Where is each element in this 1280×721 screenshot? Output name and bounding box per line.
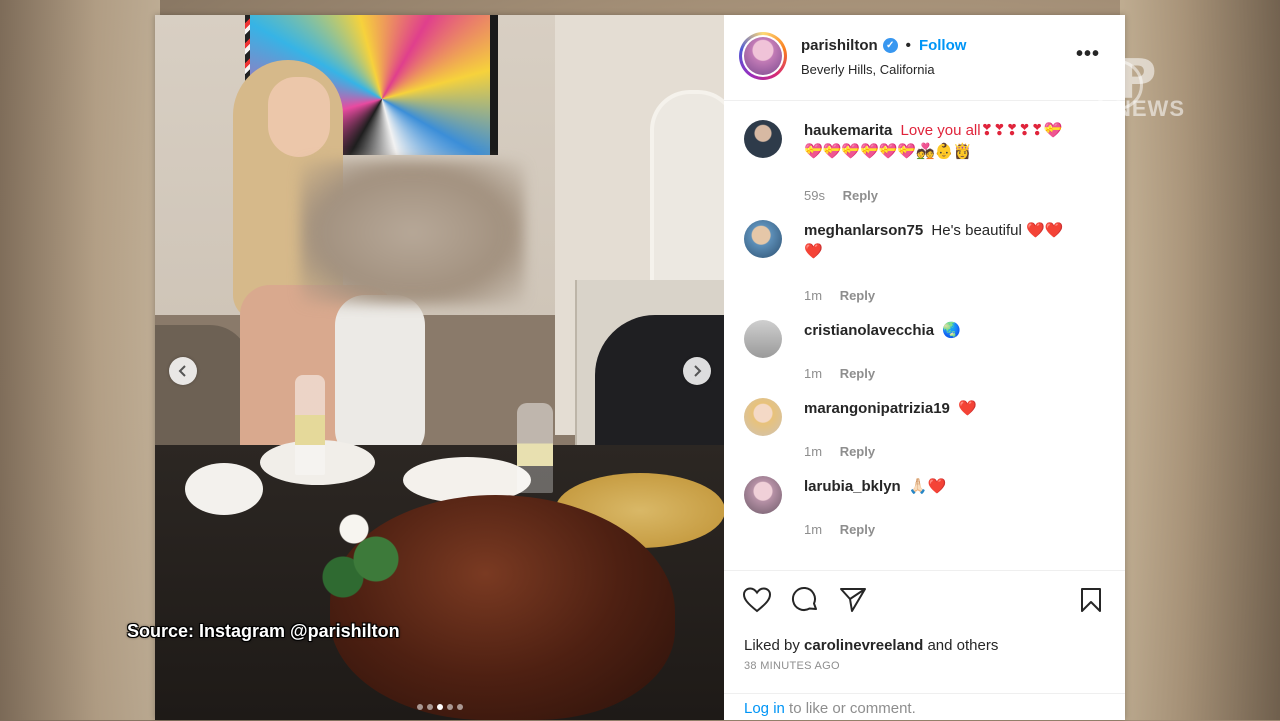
comment-avatar[interactable] [744,220,782,258]
comment-body: He's beautiful ❤️❤️ [931,222,1064,239]
carousel-dot [416,704,423,710]
carousel-dots [155,704,724,710]
author-avatar[interactable] [739,32,787,80]
comment-meta: 1m Reply [804,444,875,459]
post-header: parishilton ✓ • Follow Beverly Hills, Ca… [724,15,1125,101]
author-username[interactable]: parishilton [801,37,878,54]
avatar-image [744,37,782,75]
comment-bubble-icon [792,587,817,611]
photo-wine-glass [295,375,325,475]
comment-meta: 1m Reply [804,288,875,303]
reply-button[interactable]: Reply [840,522,875,537]
comment-username[interactable]: meghanlarson75 [804,222,923,239]
carousel-dot [446,704,453,710]
photo-blurred-area [300,160,525,305]
comment-username[interactable]: marangonipatrizia19 [804,400,950,417]
comment-meta: 1m Reply [804,522,875,537]
carousel-dot [456,704,463,710]
login-link[interactable]: Log in [744,700,785,717]
post-photo[interactable] [155,15,724,720]
comment-username[interactable]: larubia_bklyn [804,478,901,495]
comment-body: Love you all❣❣❣❣❣💝 [900,122,1063,139]
comment-button[interactable] [790,585,820,615]
login-prompt: Log in to like or comment. [744,700,916,717]
photo-bowl [185,463,263,515]
liked-by-prefix: Liked by [744,637,800,654]
comment-time: 59s [804,188,825,203]
comment-avatar[interactable] [744,476,782,514]
comment-time: 1m [804,366,823,381]
comment-text: meghanlarson75 He's beautiful ❤️❤️ ❤️ [804,220,1114,262]
comment-avatar[interactable] [744,398,782,436]
paper-plane-icon [840,588,866,612]
reply-button[interactable]: Reply [840,366,875,381]
post-actions-bar [724,570,1125,621]
next-image-button[interactable] [683,357,711,385]
verified-badge-icon: ✓ [882,38,898,53]
comment-meta: 59s Reply [804,188,878,203]
avatar-ring [742,35,784,77]
login-prompt-suffix: to like or comment. [789,700,916,717]
background-blur-left [0,0,160,720]
source-caption: Source: Instagram @parishilton [127,621,400,641]
news-channel-logo: P NEWS [1093,48,1184,124]
reply-button[interactable]: Reply [843,188,878,203]
comment-body-continued: 💝💝💝💝💝💝💑👶👸 [804,143,973,160]
photo-flowers [310,493,420,613]
photo-wine-glass [517,403,553,493]
comment-avatar[interactable] [744,320,782,358]
comment-text: haukemarita Love you all❣❣❣❣❣💝 💝💝💝💝💝💝💑👶👸 [804,120,1114,162]
liked-by-text: Liked by carolinevreeland and others [744,637,998,654]
comment-text: larubia_bklyn 🙏🏻❤️ [804,476,1114,497]
like-button[interactable] [742,585,772,615]
instagram-post-frame: parishilton ✓ • Follow Beverly Hills, Ca… [155,15,1125,720]
comment-time: 1m [804,522,823,537]
previous-image-button[interactable] [169,357,197,385]
save-button[interactable] [1076,585,1106,615]
comment-body: 🙏🏻❤️ [908,478,947,495]
post-timestamp[interactable]: 38 MINUTES AGO [744,660,840,672]
comment-username[interactable]: cristianolavecchia [804,322,934,339]
comment-text: marangonipatrizia19 ❤️ [804,398,1114,419]
liked-by-suffix[interactable]: and others [927,637,998,654]
post-location[interactable]: Beverly Hills, California [801,62,935,77]
photo-baby [335,295,425,460]
comment-username[interactable]: haukemarita [804,122,892,139]
carousel-dot-active [436,704,443,710]
comment-body: ❤️ [958,400,977,417]
separator-dot: • [905,37,911,54]
comment-time: 1m [804,444,823,459]
comment-body-continued: ❤️ [804,243,823,260]
reply-button[interactable]: Reply [840,444,875,459]
comment-time: 1m [804,288,823,303]
follow-button[interactable]: Follow [919,37,967,54]
share-button[interactable] [838,585,868,615]
post-side-panel: parishilton ✓ • Follow Beverly Hills, Ca… [724,15,1125,720]
bookmark-icon [1081,588,1101,612]
chevron-right-icon [694,365,702,377]
heart-icon [743,587,771,613]
photo-arch-window [650,90,724,294]
chevron-left-icon [178,365,186,377]
reply-button[interactable]: Reply [840,288,875,303]
photo-person-face [268,77,330,157]
logo-text: NEWS [1115,96,1185,121]
liked-by-username[interactable]: carolinevreeland [804,637,923,654]
login-prompt-bar: Log in to like or comment. [724,693,1125,721]
comment-body: 🌏 [942,322,961,339]
carousel-dot [426,704,433,710]
comment-avatar[interactable] [744,120,782,158]
comment-meta: 1m Reply [804,366,875,381]
author-line: parishilton ✓ • Follow [801,37,966,54]
comment-text: cristianolavecchia 🌏 [804,320,1114,341]
